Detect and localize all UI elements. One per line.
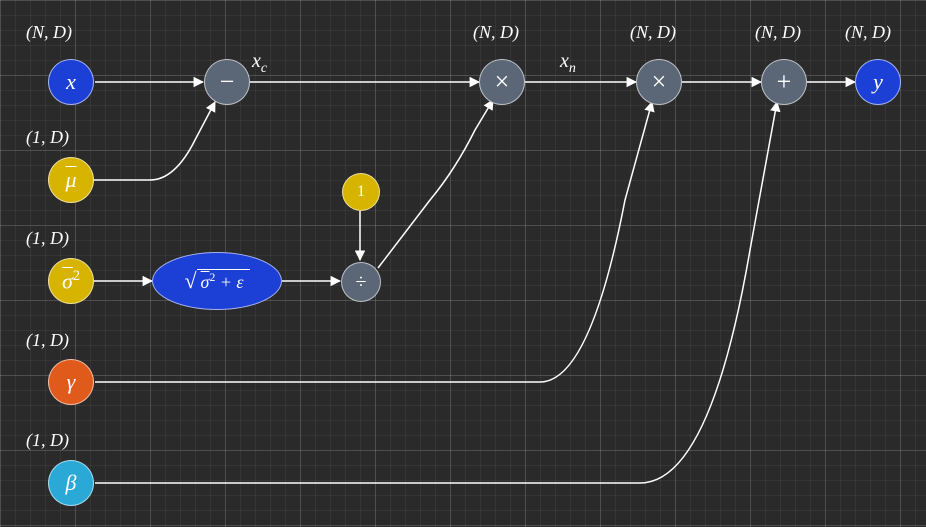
- dim-mult1: (N, D): [473, 22, 519, 43]
- node-mult2: ×: [636, 59, 682, 105]
- node-gamma: γ: [48, 359, 94, 405]
- node-y: y: [855, 59, 901, 105]
- edge-label-xc: xc: [252, 50, 267, 77]
- node-beta: β: [48, 460, 94, 506]
- dim-x: (N, D): [26, 22, 72, 43]
- dim-mu: (1, D): [26, 127, 69, 148]
- node-sigma2: σ2: [48, 258, 94, 304]
- dim-sigma2: (1, D): [26, 228, 69, 249]
- dim-gamma: (1, D): [26, 330, 69, 351]
- node-div: ÷: [341, 262, 381, 302]
- node-plus: +: [761, 59, 807, 105]
- node-minus: −: [204, 59, 250, 105]
- node-sqrt: √ σ2 + ε: [152, 252, 282, 310]
- dim-plus: (N, D): [755, 22, 801, 43]
- node-mult1: ×: [479, 59, 525, 105]
- dim-beta: (1, D): [26, 430, 69, 451]
- node-x: x: [48, 59, 94, 105]
- node-mu: μ: [48, 157, 94, 203]
- dim-y: (N, D): [845, 22, 891, 43]
- dim-mult2: (N, D): [630, 22, 676, 43]
- edge-label-xn: xn: [560, 50, 576, 77]
- node-one: 1: [342, 173, 380, 211]
